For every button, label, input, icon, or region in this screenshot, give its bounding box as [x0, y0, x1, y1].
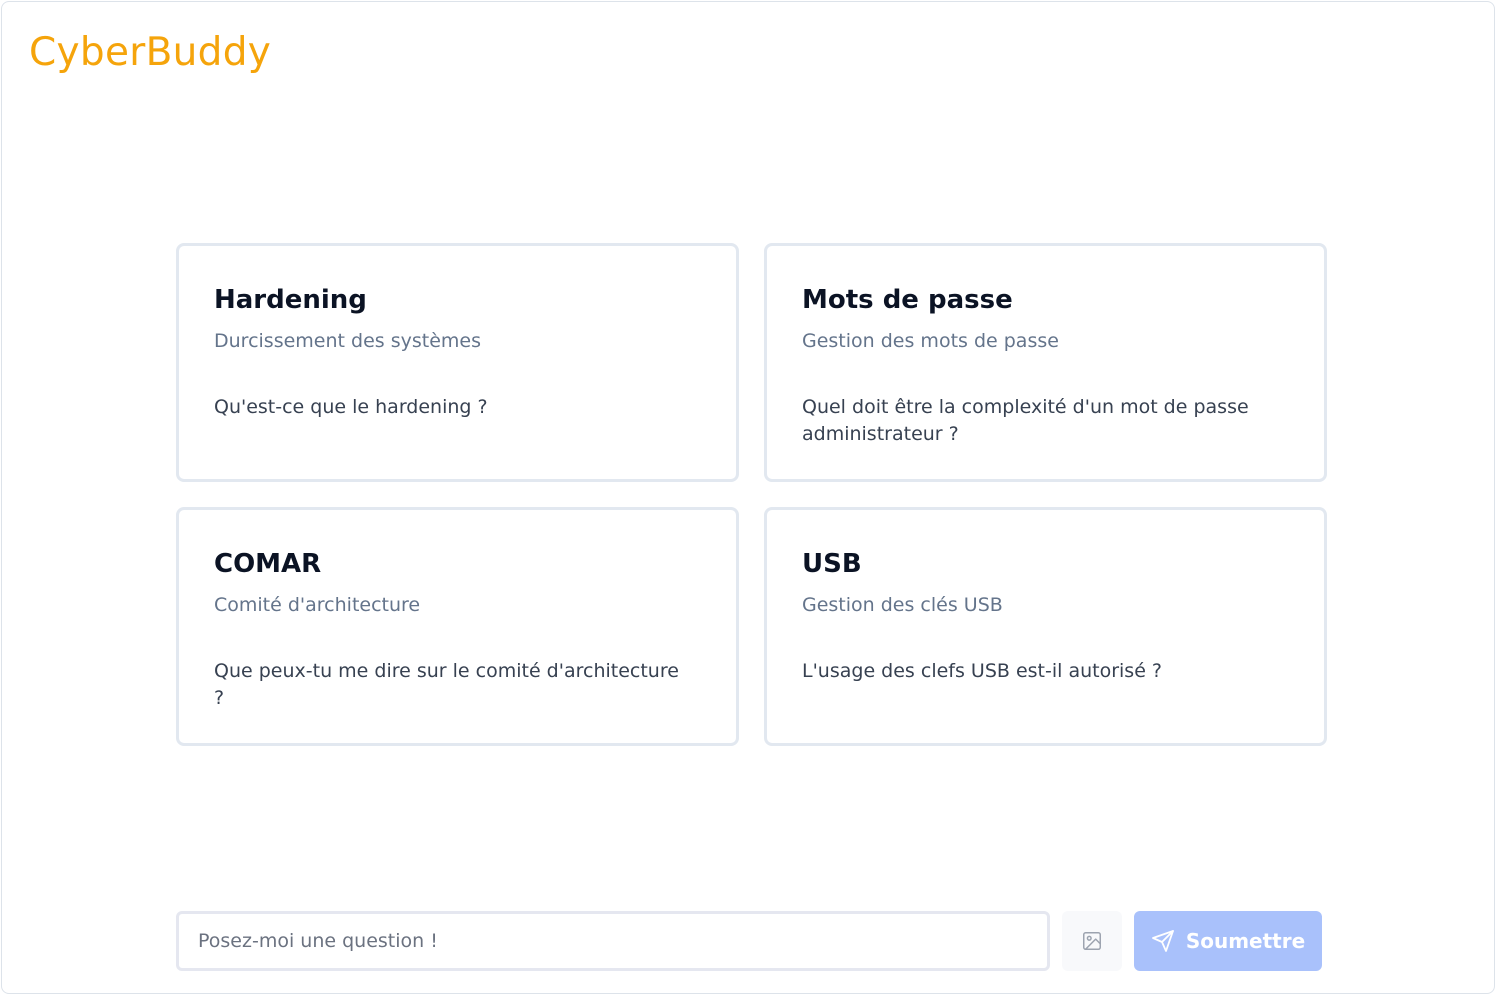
suggestion-card-usb[interactable]: USB Gestion des clés USB L'usage des cle…: [764, 507, 1327, 746]
submit-button[interactable]: Soumettre: [1134, 911, 1322, 971]
card-subtitle: Gestion des mots de passe: [802, 330, 1059, 352]
attach-image-button[interactable]: [1062, 911, 1122, 971]
image-icon: [1081, 930, 1103, 952]
suggestion-card-hardening[interactable]: Hardening Durcissement des systèmes Qu'e…: [176, 243, 739, 482]
card-title: USB: [802, 549, 862, 579]
card-question: Quel doit être la complexité d'un mot de…: [802, 396, 1249, 445]
question-input-wrapper: [176, 911, 1050, 971]
card-question: Qu'est-ce que le hardening ?: [214, 396, 488, 418]
app-logo: CyberBuddy: [29, 30, 272, 75]
card-title: Hardening: [214, 285, 367, 315]
card-title: Mots de passe: [802, 285, 1013, 315]
card-question: Que peux-tu me dire sur le comité d'arch…: [214, 660, 679, 709]
question-input[interactable]: [179, 914, 1047, 968]
card-subtitle: Gestion des clés USB: [802, 594, 1003, 616]
card-question: L'usage des clefs USB est-il autorisé ?: [802, 660, 1163, 682]
suggestion-card-comar[interactable]: COMAR Comité d'architecture Que peux-tu …: [176, 507, 739, 746]
app-window: CyberBuddy Hardening Durcissement des sy…: [1, 1, 1495, 994]
suggestion-card-mots-de-passe[interactable]: Mots de passe Gestion des mots de passe …: [764, 243, 1327, 482]
card-title: COMAR: [214, 549, 322, 579]
card-subtitle: Durcissement des systèmes: [214, 330, 481, 352]
submit-label: Soumettre: [1185, 929, 1306, 953]
send-icon: [1151, 929, 1175, 953]
card-subtitle: Comité d'architecture: [214, 594, 421, 616]
